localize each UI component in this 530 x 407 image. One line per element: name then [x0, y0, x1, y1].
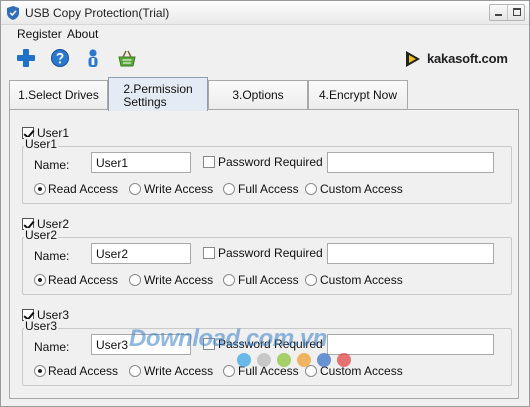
- user3-radio-read[interactable]: [34, 365, 46, 377]
- menu-about[interactable]: About: [67, 27, 98, 41]
- user1-radio-read[interactable]: [34, 183, 46, 195]
- user3-radio-full[interactable]: [223, 365, 235, 377]
- tab-label: 4.Encrypt Now: [318, 88, 398, 102]
- user2-radio-write[interactable]: [129, 274, 141, 286]
- tab-encrypt-now[interactable]: 4.Encrypt Now: [308, 80, 408, 110]
- user1-radio-custom[interactable]: [305, 183, 317, 195]
- user-icon[interactable]: [82, 47, 104, 69]
- user2-name-input[interactable]: [91, 243, 191, 264]
- help-icon[interactable]: [49, 47, 71, 69]
- user3-radio-read-label[interactable]: Read Access: [48, 364, 118, 378]
- user1-password-input[interactable]: [327, 152, 494, 173]
- user1-radio-full[interactable]: [223, 183, 235, 195]
- tab-select-drives[interactable]: 1.Select Drives: [9, 80, 108, 110]
- user-block-1: User1 User1 Name: Password Required Read…: [10, 118, 520, 206]
- maximize-button[interactable]: [513, 8, 521, 16]
- watermark-dot-3: [277, 353, 291, 367]
- watermark-dot-2: [257, 353, 271, 367]
- user1-password-label[interactable]: Password Required: [218, 155, 323, 169]
- user2-radio-read[interactable]: [34, 274, 46, 286]
- app-window: USB Copy Protection(Trial) Register Abou…: [0, 0, 530, 407]
- user3-group-title: User3: [24, 319, 59, 333]
- user3-name-label: Name:: [34, 340, 70, 354]
- basket-icon[interactable]: [116, 47, 138, 69]
- menu-bar: Register About: [1, 25, 529, 43]
- user-block-2: User2 User2 Name: Password Required Read…: [10, 209, 520, 297]
- user2-name-label: Name:: [34, 249, 70, 263]
- watermark-dot-5: [317, 353, 331, 367]
- user3-radio-write-label[interactable]: Write Access: [144, 364, 213, 378]
- tab-label: 1.Select Drives: [18, 88, 99, 102]
- user2-password-checkbox[interactable]: [203, 247, 215, 259]
- user1-group-title: User1: [24, 137, 59, 151]
- title-bar[interactable]: USB Copy Protection(Trial): [1, 1, 529, 25]
- minimize-button[interactable]: [495, 14, 502, 16]
- user1-radio-full-label[interactable]: Full Access: [238, 182, 299, 196]
- watermark-dot-4: [297, 353, 311, 367]
- kakasoft-logo: kakasoft.com: [403, 49, 521, 69]
- tab-label: 3.Options: [232, 88, 284, 102]
- menu-register[interactable]: Register: [17, 27, 62, 41]
- tab-strip: 1.Select Drives 2.Permission Settings 3.…: [1, 77, 529, 111]
- window-title: USB Copy Protection(Trial): [25, 6, 170, 20]
- window-controls: [489, 4, 525, 21]
- watermark-dot-6: [337, 353, 351, 367]
- logo-text: kakasoft.com: [427, 51, 508, 66]
- tab-label: 2.Permission Settings: [123, 81, 193, 109]
- download-watermark: Download.com.vn: [129, 325, 369, 367]
- user2-radio-custom-label[interactable]: Custom Access: [320, 273, 403, 287]
- watermark-dot-1: [237, 353, 251, 367]
- window-controls-divider: [507, 5, 508, 20]
- user2-radio-custom[interactable]: [305, 274, 317, 286]
- add-icon[interactable]: [15, 47, 37, 69]
- user1-name-label: Name:: [34, 158, 70, 172]
- user2-radio-full[interactable]: [223, 274, 235, 286]
- user1-password-checkbox[interactable]: [203, 156, 215, 168]
- user3-radio-write[interactable]: [129, 365, 141, 377]
- user1-radio-write[interactable]: [129, 183, 141, 195]
- user1-radio-custom-label[interactable]: Custom Access: [320, 182, 403, 196]
- user2-radio-write-label[interactable]: Write Access: [144, 273, 213, 287]
- tab-permission-settings[interactable]: 2.Permission Settings: [108, 77, 208, 111]
- watermark-dots: [237, 353, 367, 369]
- user2-radio-read-label[interactable]: Read Access: [48, 273, 118, 287]
- user2-password-label[interactable]: Password Required: [218, 246, 323, 260]
- user2-group-title: User2: [24, 228, 59, 242]
- watermark-text: Download.com.vn: [129, 325, 327, 352]
- user2-radio-full-label[interactable]: Full Access: [238, 273, 299, 287]
- user1-name-input[interactable]: [91, 152, 191, 173]
- kakasoft-logo-icon: [406, 51, 420, 67]
- tab-options[interactable]: 3.Options: [208, 80, 308, 110]
- shield-app-icon: [7, 6, 19, 20]
- user1-radio-write-label[interactable]: Write Access: [144, 182, 213, 196]
- user1-radio-read-label[interactable]: Read Access: [48, 182, 118, 196]
- user2-password-input[interactable]: [327, 243, 494, 264]
